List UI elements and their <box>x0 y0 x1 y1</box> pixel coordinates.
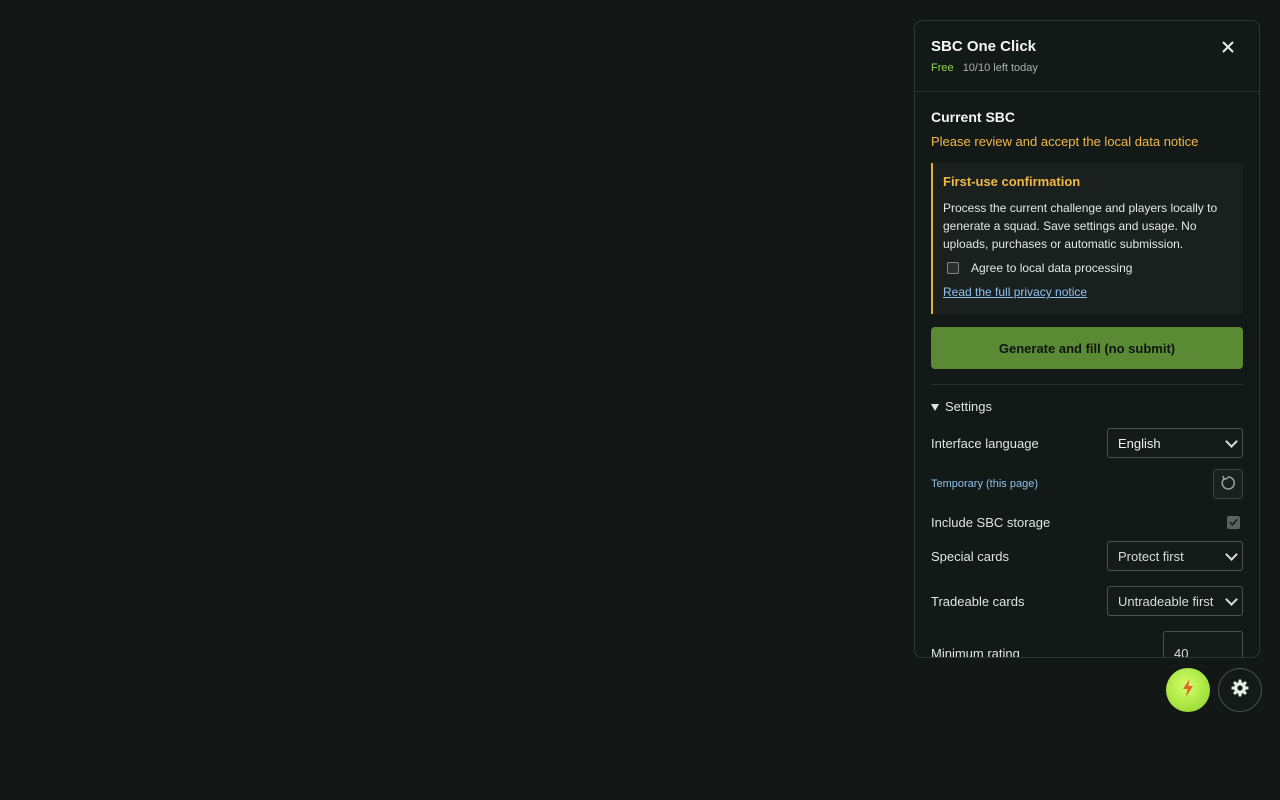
notice-message: Please review and accept the local data … <box>931 134 1199 149</box>
min-rating-input[interactable]: 40 <box>1163 631 1243 658</box>
quick-fill-button[interactable] <box>1166 668 1210 712</box>
divider <box>931 384 1243 385</box>
plan-badge: Free <box>931 62 954 74</box>
triangle-down-icon <box>931 403 939 411</box>
chevron-down-icon <box>1225 434 1238 448</box>
section-title: Current SBC <box>931 109 1016 125</box>
min-rating-value: 40 <box>1174 645 1189 658</box>
language-select[interactable]: English <box>1107 428 1243 458</box>
storage-checkbox[interactable] <box>1227 515 1240 529</box>
usage-info: Free 10/10 left today <box>931 61 1243 75</box>
confirmation-title: First-use confirmation <box>943 174 1081 189</box>
sbc-panel: SBC One Click Free 10/10 left today Curr… <box>914 20 1260 658</box>
storage-row: Include SBC storage <box>931 512 1243 532</box>
confirmation-box: First-use confirmation Process the curre… <box>931 163 1243 314</box>
special-row: Special cards Protect first <box>931 541 1243 571</box>
panel-header: SBC One Click Free 10/10 left today <box>915 21 1259 92</box>
panel-title: SBC One Click <box>931 38 1037 55</box>
reset-button[interactable] <box>1213 469 1243 499</box>
agree-checkbox[interactable] <box>947 262 959 274</box>
tradeable-value: Untradeable first <box>1118 593 1214 609</box>
agree-row[interactable]: Agree to local data processing <box>943 260 1231 276</box>
language-row: Interface language English <box>931 428 1243 458</box>
tradeable-select[interactable]: Untradeable first <box>1107 586 1243 616</box>
min-rating-label: Minimum rating <box>931 645 1020 658</box>
generate-button[interactable]: Generate and fill (no submit) <box>931 327 1243 369</box>
lightning-icon <box>1181 678 1195 703</box>
panel-body: Current SBC Please review and accept the… <box>915 109 1259 658</box>
special-label: Special cards <box>931 548 1010 564</box>
settings-toggle[interactable]: Settings <box>931 399 1243 415</box>
min-rating-row: Minimum rating 40 <box>931 631 1243 658</box>
special-value: Protect first <box>1118 548 1184 564</box>
storage-label: Include SBC storage <box>931 514 1051 530</box>
language-label: Interface language <box>931 435 1039 451</box>
settings-label: Settings <box>945 399 992 414</box>
confirmation-text: Process the current challenge and player… <box>943 201 1218 251</box>
close-icon <box>1222 40 1234 58</box>
tradeable-row: Tradeable cards Untradeable first <box>931 586 1243 616</box>
temporary-label: Temporary (this page) <box>931 478 1038 490</box>
tradeable-label: Tradeable cards <box>931 593 1025 609</box>
close-button[interactable] <box>1217 38 1239 60</box>
special-select[interactable]: Protect first <box>1107 541 1243 571</box>
settings-button[interactable] <box>1218 668 1262 712</box>
privacy-link[interactable]: Read the full privacy notice <box>943 285 1087 300</box>
language-value: English <box>1118 435 1161 451</box>
usage-count: 10/10 left today <box>962 62 1038 74</box>
chevron-down-icon <box>1225 547 1238 561</box>
agree-label: Agree to local data processing <box>971 261 1133 275</box>
chevron-down-icon <box>1225 592 1238 606</box>
temporary-row: Temporary (this page) <box>931 469 1243 499</box>
reset-icon <box>1220 475 1236 494</box>
gear-icon <box>1230 678 1250 703</box>
